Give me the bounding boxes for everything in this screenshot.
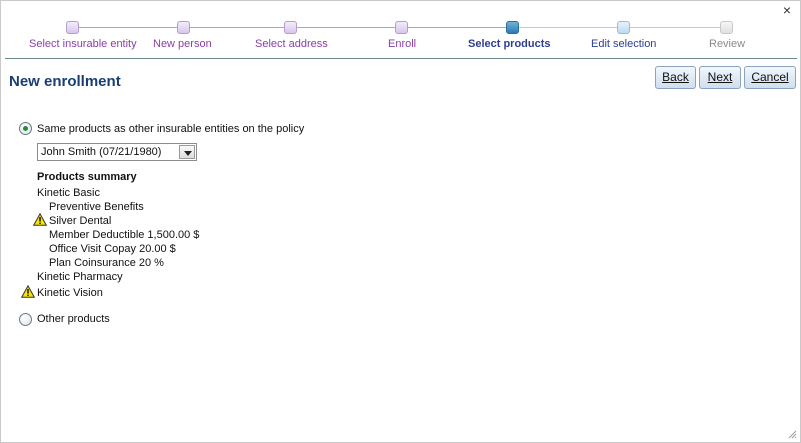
product-line: Office Visit Copay 20.00 $ [49,243,176,255]
step-marker [66,21,79,34]
other-products-radio[interactable] [19,313,32,326]
same-products-radio[interactable] [19,122,32,135]
other-products-label[interactable]: Other products [37,313,110,325]
enrollment-window: × Select insurable entity New person Sel… [0,0,801,443]
resize-grip-icon[interactable] [787,429,797,439]
step-marker [395,21,408,34]
warning-icon [21,285,35,298]
product-line: Silver Dental [49,215,112,227]
step-label: Select insurable entity [29,38,137,50]
chevron-down-icon[interactable] [179,145,195,159]
step-marker [720,21,733,34]
select-value: John Smith (07/21/1980) [41,146,162,158]
step-label: New person [153,38,212,50]
step-label: Review [709,38,746,50]
header-divider [5,58,797,59]
next-button[interactable]: Next [699,66,741,89]
warning-icon [33,213,47,226]
wizard-stepper: Select insurable entity New person Selec… [1,19,801,59]
product-line: Kinetic Vision [37,287,103,299]
radio-selected-dot [23,126,28,131]
page-title: New enrollment [9,73,121,90]
step-label: Select products [468,38,551,50]
product-line: Preventive Benefits [49,201,144,213]
step-label: Enroll [388,38,417,50]
step-marker [284,21,297,34]
step-marker [506,21,519,34]
cancel-button[interactable]: Cancel [744,66,796,89]
step-label: Edit selection [591,38,657,50]
back-button[interactable]: Back [655,66,696,89]
product-line: Plan Coinsurance 20 % [49,257,164,269]
product-line: Kinetic Basic [37,187,100,199]
products-summary-heading: Products summary [37,171,137,183]
product-line: Member Deductible 1,500.00 $ [49,229,200,241]
step-marker [177,21,190,34]
step-label: Select address [255,38,328,50]
insurable-entity-select[interactable]: John Smith (07/21/1980) [37,143,197,161]
same-products-label[interactable]: Same products as other insurable entitie… [37,123,304,135]
step-marker [617,21,630,34]
close-button[interactable]: × [780,3,794,17]
product-line: Kinetic Pharmacy [37,271,123,283]
